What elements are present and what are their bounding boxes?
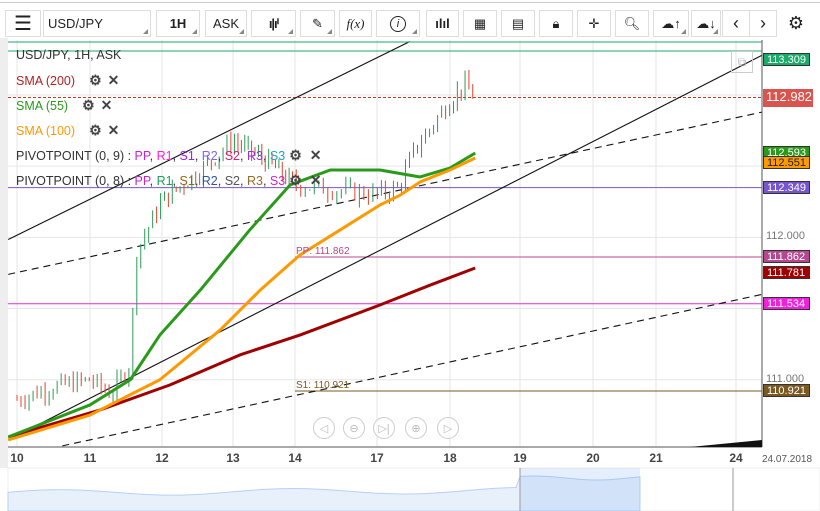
close-icon[interactable]: ✕ — [108, 122, 120, 139]
scroll-right-button[interactable]: ▷ — [437, 417, 459, 439]
pivot-item-s2: S2 — [224, 173, 240, 188]
level-text: PP: 111.862 — [296, 246, 350, 257]
pivot-item-r2: R2 — [201, 173, 218, 188]
price-label: 110.921 — [763, 383, 810, 397]
legend-title-text: USD/JPY, 1H, ASK — [16, 48, 122, 62]
x-tick-label: 20 — [586, 451, 600, 465]
close-icon[interactable]: ✕ — [310, 172, 322, 189]
gear-icon[interactable]: ⚙ — [289, 147, 302, 164]
date-label: 24.07.2018 — [762, 454, 813, 465]
skip-end-icon: ▷| — [378, 422, 390, 435]
pivot-item-s1: S1 — [179, 173, 195, 188]
legend-sma100: SMA (100) ⚙ ✕ — [16, 122, 119, 139]
x-tick-label: 18 — [443, 451, 457, 465]
zoom-out-icon: ⊖ — [349, 422, 359, 435]
price-label: 111.781 — [763, 265, 810, 279]
close-icon[interactable]: ✕ — [108, 72, 120, 89]
sma200-label: SMA (200) — [16, 73, 76, 88]
sma-line — [8, 266, 476, 439]
x-tick-label: 21 — [649, 451, 663, 465]
trendline-edge — [690, 440, 762, 447]
close-icon[interactable]: ✕ — [310, 147, 322, 164]
x-tick-label: 11 — [83, 451, 97, 465]
legend-sma55: SMA (55) ⚙ ✕ — [16, 97, 112, 114]
zoom-out-button[interactable]: ⊖ — [343, 417, 365, 439]
x-tick-label: 24 — [729, 451, 743, 465]
x-tick-label: 14 — [288, 451, 302, 465]
pivot-item-s3: S3 — [269, 173, 286, 188]
pivot-item-s2: S2 — [224, 148, 240, 163]
zoom-in-icon: ⊕ — [411, 422, 421, 435]
pivot-item-pp: PP — [134, 148, 150, 163]
pivot-item-pp: PP — [134, 173, 150, 188]
y-tick-label: 112.000 — [766, 230, 805, 243]
pivot-item-s1: S1 — [179, 148, 195, 163]
x-tick-label: 12 — [155, 451, 169, 465]
scroll-left-button[interactable]: ◁ — [313, 417, 335, 439]
gear-icon[interactable]: ⚙ — [89, 122, 102, 139]
price-label: 112.551 — [763, 156, 810, 170]
navigator-window — [520, 468, 640, 511]
legend-title: USD/JPY, 1H, ASK — [16, 48, 121, 62]
gear-icon[interactable]: ⚙ — [82, 97, 95, 114]
price-label: 113.309 — [763, 52, 810, 66]
sma-line — [8, 156, 476, 442]
fullscreen-button[interactable]: ⧉ — [731, 51, 753, 73]
price-label: 111.862 — [763, 250, 810, 263]
pivot-item-s3: S3 — [269, 148, 286, 163]
price-label: 111.534 — [763, 296, 810, 310]
triangle-right-icon: ▷ — [443, 422, 453, 435]
trendline — [54, 293, 762, 447]
zoom-in-button[interactable]: ⊕ — [405, 417, 427, 439]
gear-icon[interactable]: ⚙ — [289, 172, 302, 189]
x-tick-label: 10 — [10, 451, 24, 465]
level-text: S1: 110.921 — [296, 380, 350, 391]
x-tick-label: 17 — [370, 451, 384, 465]
close-icon[interactable]: ✕ — [101, 97, 113, 114]
plot-area: PP: 111.862 S1: 110.921 — [8, 41, 762, 447]
pivot8-label: PIVOTPOINT (0, 8) — [16, 173, 125, 188]
trendline — [8, 54, 762, 441]
left-scrollbar — [0, 38, 8, 468]
sma55-label: SMA (55) — [16, 98, 69, 113]
reset-button[interactable]: ▷| — [373, 417, 395, 439]
pivot9-label: PIVOTPOINT (0, 9) — [16, 148, 125, 163]
current-price-label: 112.982 — [763, 88, 813, 107]
price-label: 112.349 — [763, 180, 810, 194]
pivot9-items: PP, R1, S1, R2, S2, R3, S3 — [134, 148, 286, 163]
pivot-item-r1: R1 — [156, 148, 173, 163]
legend-sma200: SMA (200) ⚙ ✕ — [16, 72, 119, 89]
pivot-item-r2: R2 — [201, 148, 218, 163]
triangle-left-icon: ◁ — [319, 422, 329, 435]
gear-icon[interactable]: ⚙ — [89, 72, 102, 89]
pivot-item-r3: R3 — [246, 173, 263, 188]
pivot-item-r1: R1 — [156, 173, 173, 188]
sma100-label: SMA (100) — [16, 123, 76, 138]
y-tick-label: 111.000 — [766, 372, 805, 385]
pivot8-items: PP, R1, S1, R2, S2, R3, S3 — [134, 173, 286, 188]
legend-pivot8: PIVOTPOINT (0, 8) : PP, R1, S1, R2, S2, … — [16, 172, 322, 189]
legend-pivot9: PIVOTPOINT (0, 9) : PP, R1, S1, R2, S2, … — [16, 147, 322, 164]
pivot-item-r3: R3 — [246, 148, 263, 163]
x-tick-label: 19 — [513, 451, 527, 465]
expand-icon: ⧉ — [737, 54, 747, 69]
x-tick-label: 13 — [226, 451, 240, 465]
